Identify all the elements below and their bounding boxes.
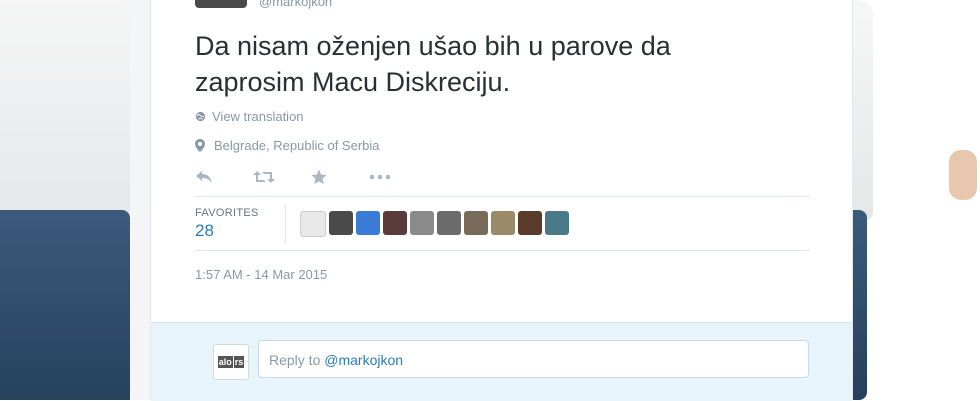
retweet-button[interactable] xyxy=(253,166,311,188)
favorites-count[interactable]: 28 xyxy=(195,221,285,241)
background-photo-left xyxy=(0,0,150,400)
reply-placeholder-prefix: Reply to xyxy=(269,352,325,368)
tweet-text: Da nisam oženjen ušao bih u parove da za… xyxy=(195,28,795,100)
more-button[interactable] xyxy=(369,166,427,188)
tweet-stats: FAVORITES 28 xyxy=(195,204,569,244)
favorites-stat[interactable]: FAVORITES 28 xyxy=(195,207,285,241)
globe-icon xyxy=(195,111,206,122)
location-pin-icon xyxy=(195,139,205,152)
favoriter-avatar[interactable] xyxy=(518,211,542,235)
favoriter-avatar[interactable] xyxy=(300,211,326,237)
stats-separator xyxy=(285,204,286,244)
hand-figure xyxy=(949,150,977,200)
favorite-button[interactable] xyxy=(311,166,369,188)
reply-area: alo rs Reply to @markojkon xyxy=(151,322,852,401)
tweet-timestamp[interactable]: 1:57 AM - 14 Mar 2015 xyxy=(195,267,327,282)
favorites-label: FAVORITES xyxy=(195,207,259,219)
divider xyxy=(195,250,810,251)
logo-text: rs xyxy=(233,356,245,368)
background-photo-right xyxy=(853,0,980,400)
favoriter-avatar[interactable] xyxy=(545,211,569,235)
author-avatar[interactable] xyxy=(195,0,247,8)
favoriter-avatar[interactable] xyxy=(491,211,515,235)
divider xyxy=(195,196,810,197)
logo-text: alo xyxy=(217,356,233,368)
reply-button[interactable] xyxy=(195,166,253,188)
more-icon xyxy=(369,174,391,180)
reply-icon xyxy=(196,171,212,183)
view-translation-label[interactable]: View translation xyxy=(212,109,304,124)
star-icon xyxy=(311,169,327,184)
location-label[interactable]: Belgrade, Republic of Serbia xyxy=(214,138,380,153)
tweet-card: @markojkon Da nisam oženjen ušao bih u p… xyxy=(150,0,853,401)
tweet-location[interactable]: Belgrade, Republic of Serbia xyxy=(195,138,380,153)
reply-mention: @markojkon xyxy=(324,352,404,368)
shirt-figure xyxy=(853,0,873,220)
jeans-figure xyxy=(0,210,130,400)
favoriter-avatar[interactable] xyxy=(329,211,353,235)
favoriter-avatar[interactable] xyxy=(383,211,407,235)
reply-input[interactable]: Reply to @markojkon xyxy=(258,340,809,378)
retweet-icon xyxy=(253,171,275,183)
favoriter-avatar[interactable] xyxy=(356,211,380,235)
tweet-actions xyxy=(195,166,427,188)
tweet-text-line: zaprosim Macu Diskreciju. xyxy=(195,67,511,97)
favoriter-avatar[interactable] xyxy=(410,211,434,235)
favoriter-avatar[interactable] xyxy=(437,211,461,235)
current-user-avatar: alo rs xyxy=(213,344,249,380)
tweet-text-line: Da nisam oženjen ušao bih u parove da xyxy=(195,31,671,61)
favoriter-avatar[interactable] xyxy=(464,211,488,235)
author-handle[interactable]: @markojkon xyxy=(259,0,332,9)
view-translation-link[interactable]: View translation xyxy=(195,109,304,124)
shirt-figure xyxy=(0,0,130,230)
favoriters-list xyxy=(300,211,569,237)
jeans-figure xyxy=(853,210,867,400)
